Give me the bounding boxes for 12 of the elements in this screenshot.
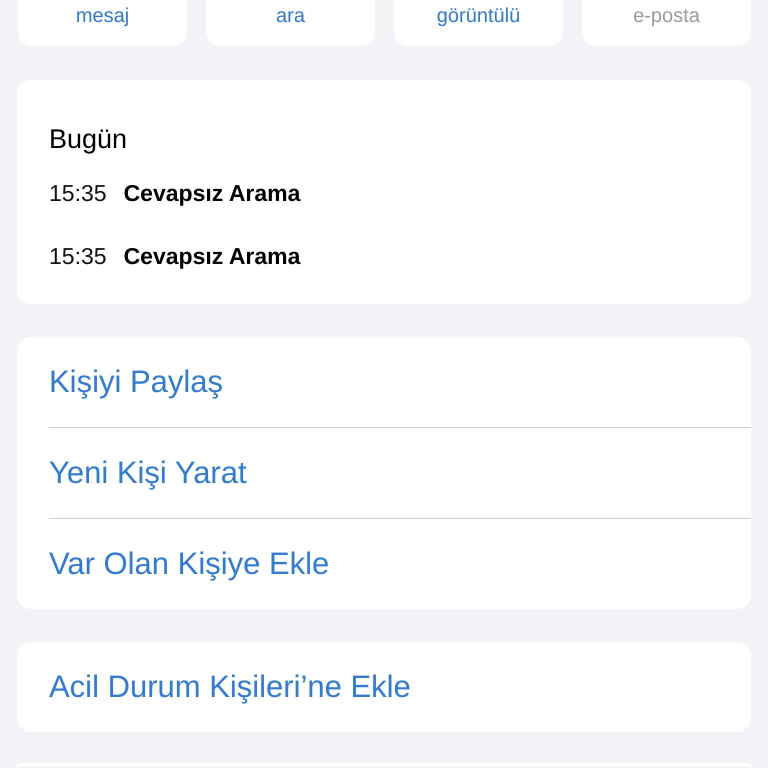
action-button[interactable]: görüntülü xyxy=(394,0,563,46)
call-time: 15:35 xyxy=(49,243,107,270)
call-time: 15:35 xyxy=(49,180,107,207)
option-link[interactable]: Kişiyi Paylaş xyxy=(49,337,751,427)
option-link[interactable]: Yeni Kişi Yarat xyxy=(49,428,751,518)
action-button[interactable]: ara xyxy=(206,0,375,46)
action-button[interactable]: mesaj xyxy=(18,0,187,46)
option-link[interactable]: Var Olan Kişiye Ekle xyxy=(49,519,751,609)
call-label: Cevapsız Arama xyxy=(124,243,300,270)
call-label: Cevapsız Arama xyxy=(124,180,300,207)
date-heading: Bugün xyxy=(49,124,128,156)
option-link[interactable]: Acil Durum Kişileri’ne Ekle xyxy=(49,642,751,732)
